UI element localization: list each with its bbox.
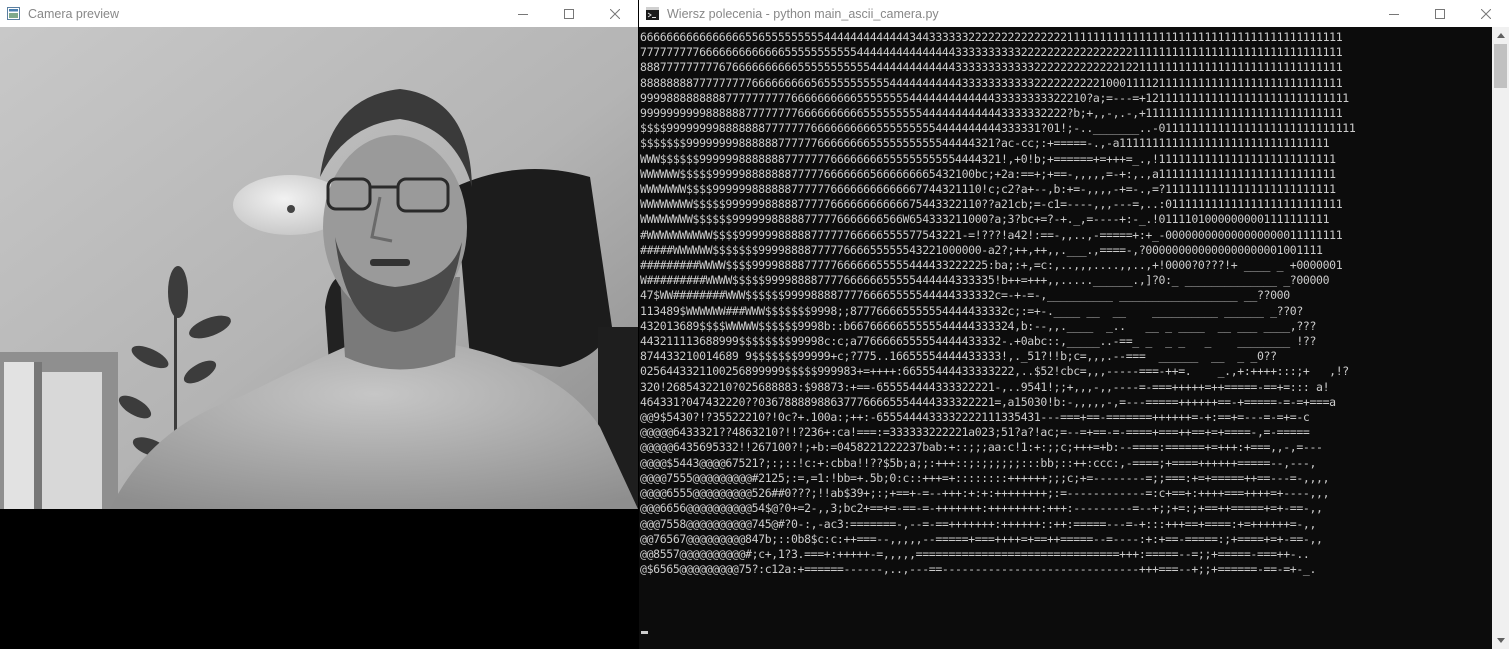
camera-preview-window: Camera preview [0,0,638,649]
close-icon [610,8,620,19]
command-prompt-window: Wiersz polecenia - python main_ascii_cam… [639,0,1509,649]
console-vertical-scrollbar[interactable] [1492,27,1509,649]
console-line: @$6565@@@@@@@@@75?:c12a:+======------,..… [640,562,1317,577]
console-minimize-button[interactable] [1371,0,1417,27]
console-line: 7777777776666666666666555555555554444444… [640,45,1343,60]
console-line: 8887777777776766666666665555555555544444… [640,60,1343,75]
scroll-up-arrow-icon [1496,33,1505,38]
console-line: WWWWWWWW$$$$$999999888887777766666666666… [640,197,1343,212]
camera-window-app-icon [7,7,20,20]
ascii-art-output: 6666666666666666556555555555444444444444… [639,27,1492,577]
console-line: @@9$5430?!?35522210?!0c?+.100a:;++:-6555… [640,410,1310,425]
console-line: 8888888877777777766666666656555555555544… [640,75,1343,90]
console-line: @@@@@6433321??4863210?!!?236+:ca!===:=33… [640,425,1310,440]
console-line: @@@7558@@@@@@@@@@745@#?0-:,-ac3:=======-… [640,516,1317,531]
console-line: @@8557@@@@@@@@@@#;c+,1?3.===+:+++++-=,,,… [640,546,1310,561]
console-line: @@@6656@@@@@@@@@@54$@?0+=2-,,3;bc2+==+=-… [640,501,1323,516]
console-line: WWW$$$$$$9999998888888777777766666666555… [640,151,1336,166]
console-line: @@76567@@@@@@@@@847b;::0b8$c:c:++===--,,… [640,531,1323,546]
console-line: W#########WWWW$$$$$999988887777666666555… [640,273,1330,288]
console-titlebar[interactable]: Wiersz polecenia - python main_ascii_cam… [639,0,1509,27]
console-line: 874433210014689 9$$$$$$$99999+c;?775..16… [640,349,1277,364]
console-line: 9999888888888777777777766666666665555555… [640,90,1349,105]
console-line: 47$WW########WWW$$$$$$999988887777666655… [640,288,1290,303]
console-line: 432013689$$$$WWWWW$$$$$$9998b::b66766666… [640,318,1317,333]
camera-minimize-button[interactable] [500,0,546,27]
console-line: WWWWWWWW$$$$$$99999988888777776666666566… [640,212,1330,227]
grayscale-webcam-frame [0,27,638,509]
minimize-icon [518,13,528,15]
console-line: @@@@@6435695332!!267100?!;+b:=0458221222… [640,440,1323,455]
minimize-icon [1389,13,1399,15]
console-line: 320!2685432210?025688883:$98873:+==-6555… [640,379,1330,394]
cmd-console-icon [646,7,659,20]
console-line: 9999999999888888777777776666666666555555… [640,106,1343,121]
console-line: @@@@$5443@@@@67521?;:;::!c:+:cbba!!??$5b… [640,455,1317,470]
scroll-up-button[interactable] [1492,27,1509,44]
camera-close-button[interactable] [592,0,638,27]
camera-maximize-button[interactable] [546,0,592,27]
console-line: #####WWWWWW$$$$$$$9999888877777666655555… [640,242,1323,257]
camera-preview-empty-area [0,509,638,649]
text-cursor [641,631,648,634]
console-line: $$$$999999998888888777777766666666665555… [640,121,1356,136]
maximize-icon [1435,8,1445,19]
camera-window-title: Camera preview [28,6,120,21]
console-line: $$$$$$$999999998888887777776666666655555… [640,136,1330,151]
console-line: 6666666666666666556555555555444444444444… [640,30,1343,44]
console-close-button[interactable] [1463,0,1509,27]
console-line: 0256443321100256899999$$$$$999983+=++++:… [640,364,1349,379]
close-icon [1481,8,1491,19]
console-line: WWWWWW$$$$$99999888888877777666666656666… [640,166,1336,181]
camera-titlebar[interactable]: Camera preview [0,0,638,27]
console-line: @@@@7555@@@@@@@@@#2125;:=,=1:!bb=+.5b;0:… [640,470,1330,485]
console-line: #########WWWW$$$$99998888777776666665555… [640,258,1343,273]
console-line: 113489$WWWWWW###WWW$$$$$$$9998;;87776666… [640,303,1303,318]
scrollbar-thumb[interactable] [1494,44,1507,88]
console-output-area[interactable]: 6666666666666666556555555555444444444444… [639,27,1492,649]
console-window-title: Wiersz polecenia - python main_ascii_cam… [667,6,939,21]
console-line: 443211113688999$$$$$$$$99998c:c;a7766666… [640,334,1317,349]
console-line: @@@@6555@@@@@@@@@526##0???;!!ab$39+;:;+=… [640,486,1330,501]
scroll-down-button[interactable] [1492,632,1509,649]
camera-video-feed [0,27,638,509]
console-line: WWWWWWW$$$$99999988888877777766666666666… [640,182,1336,197]
console-line: #WWWWWWWWWW$$$$9999998888877777766666555… [640,227,1343,242]
scroll-down-arrow-icon [1496,638,1505,643]
console-maximize-button[interactable] [1417,0,1463,27]
console-line: 464331?047432220??0367888898863777666655… [640,394,1336,409]
maximize-icon [564,8,574,19]
